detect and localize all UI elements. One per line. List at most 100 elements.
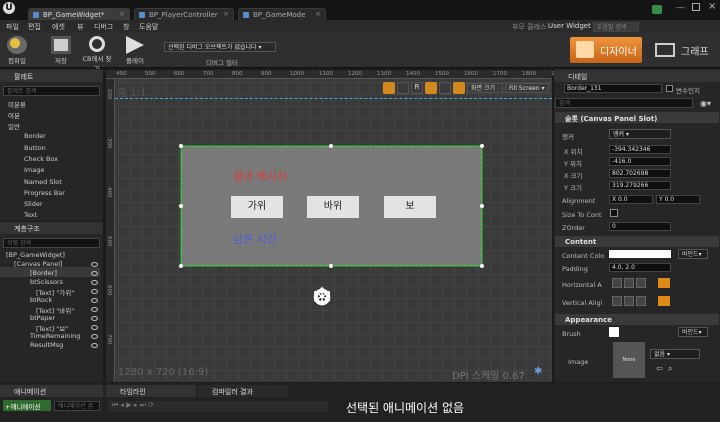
palette-category-common[interactable]: 일반 — [8, 121, 20, 131]
layout-icon[interactable] — [397, 82, 409, 94]
palette-item[interactable]: Check Box — [24, 155, 58, 163]
time-remaining-text[interactable]: 남은 시간 — [233, 231, 277, 247]
menu-window[interactable]: 창 — [123, 22, 129, 32]
compiler-results-tab[interactable]: 컴파일러 결과 — [198, 385, 288, 397]
menu-view[interactable]: 뷰 — [77, 22, 83, 32]
close-icon[interactable]: × — [223, 10, 229, 18]
size-to-content-checkbox[interactable] — [610, 209, 618, 217]
padding-field[interactable]: 4.0, 2.0 — [609, 263, 671, 272]
palette-category-extra[interactable]: 여분 — [8, 110, 20, 120]
valign-bottom-icon[interactable] — [636, 296, 646, 306]
resize-handle[interactable] — [179, 144, 183, 148]
halign-center-icon[interactable] — [624, 278, 634, 288]
rock-button[interactable]: 바위 — [307, 196, 359, 218]
halign-right-icon[interactable] — [636, 278, 646, 288]
palette-category-misc[interactable]: 미분류 — [8, 99, 26, 109]
hierarchy-item[interactable]: btPaper — [30, 314, 55, 322]
browse-button[interactable]: CB에서 찾기 — [80, 34, 114, 73]
visibility-eye-icon[interactable] — [91, 343, 98, 348]
palette-item[interactable]: Button — [24, 144, 46, 152]
help-search-input[interactable]: 도움말 검색 — [593, 22, 639, 32]
minimize-icon[interactable]: — — [676, 3, 685, 13]
lock-icon[interactable] — [453, 82, 465, 94]
maximize-icon[interactable] — [692, 3, 700, 11]
tab-bp-playercontroller[interactable]: BP_PlayerController × — [134, 8, 234, 20]
hierarchy-item[interactable]: ResultMsg — [30, 341, 63, 349]
valign-fill-icon[interactable] — [658, 296, 670, 306]
hierarchy-item[interactable]: [BP_GameWidget] — [6, 251, 65, 259]
visibility-eye-icon[interactable] — [91, 307, 98, 312]
resize-handle[interactable] — [480, 204, 484, 208]
palette-search-input[interactable]: 팔레트 검색 — [3, 86, 100, 96]
tab-bp-gamemode[interactable]: BP_GameMode × — [238, 8, 326, 20]
timeline-tab[interactable]: 타임라인 — [106, 385, 196, 397]
size-y-field[interactable]: 319.279266 — [609, 181, 671, 190]
palette-item[interactable]: Progress Bar — [24, 189, 65, 197]
anchor-dropdown[interactable]: 앵커 ▾ — [609, 129, 671, 139]
visibility-eye-icon[interactable] — [91, 316, 98, 321]
resize-handle[interactable] — [329, 144, 333, 148]
visibility-eye-icon[interactable] — [91, 289, 98, 294]
parent-class-value[interactable]: User Widget — [548, 22, 591, 30]
anchor-flower-icon[interactable]: ✻ — [309, 284, 335, 310]
resize-handle[interactable] — [329, 264, 333, 268]
fill-screen-dropdown[interactable]: Fill Screen ▾ — [505, 83, 549, 93]
graph-mode-button[interactable]: 그래프 — [645, 37, 717, 63]
halign-left-icon[interactable] — [612, 278, 622, 288]
menu-help[interactable]: 도움말 — [139, 22, 158, 32]
visibility-eye-icon[interactable] — [91, 298, 98, 303]
visibility-eye-icon[interactable] — [91, 334, 98, 339]
use-selected-icon[interactable]: ⇦ — [656, 364, 663, 373]
resize-handle[interactable] — [179, 204, 183, 208]
appearance-section-header[interactable]: Appearance — [555, 314, 719, 325]
close-icon[interactable]: × — [119, 10, 125, 18]
image-thumbnail[interactable]: None — [613, 342, 645, 378]
slot-section-header[interactable]: 슬롯 (Canvas Panel Slot) — [555, 112, 719, 123]
details-search-input[interactable]: 검색 — [555, 98, 693, 108]
grid-icon[interactable] — [439, 82, 451, 94]
size-x-field[interactable]: 802.702698 — [609, 169, 671, 178]
designer-mode-button[interactable]: 디자이너 — [570, 37, 642, 63]
resize-handle[interactable] — [480, 144, 484, 148]
notification-icon[interactable] — [652, 5, 662, 14]
palette-item[interactable]: Image — [24, 166, 44, 174]
hierarchy-item[interactable]: [Canvas Panel] — [14, 260, 63, 268]
content-color-bind-dropdown[interactable]: 바인드▾ — [678, 249, 708, 259]
widget-mode-icon[interactable] — [383, 82, 395, 94]
browse-asset-icon[interactable]: ⌕ — [668, 364, 672, 374]
visibility-eye-icon[interactable] — [91, 325, 98, 330]
menu-debug[interactable]: 디버그 — [94, 22, 113, 32]
menu-edit[interactable]: 편집 — [28, 22, 41, 32]
visibility-eye-icon[interactable] — [91, 280, 98, 285]
is-variable-checkbox[interactable] — [666, 85, 673, 92]
play-button[interactable]: 플레이 — [120, 34, 150, 66]
content-section-header[interactable]: Content — [555, 236, 719, 247]
widget-name-field[interactable]: Border_131 — [564, 84, 662, 93]
reset-icon[interactable]: R — [411, 82, 423, 94]
visibility-eye-icon[interactable] — [91, 271, 98, 276]
resize-handle[interactable] — [480, 264, 484, 268]
brush-color-swatch[interactable] — [609, 327, 619, 337]
hierarchy-item[interactable]: btRock — [30, 296, 52, 304]
valign-center-icon[interactable] — [624, 296, 634, 306]
visibility-eye-icon[interactable] — [91, 262, 98, 267]
paper-button[interactable]: 보 — [384, 196, 436, 218]
debug-object-select[interactable]: 선택된 디버그 오브젝트가 없습니다 ▾ — [164, 42, 276, 52]
content-color-swatch[interactable] — [609, 250, 671, 258]
pos-y-field[interactable]: -416.0 — [609, 157, 671, 166]
alignment-y-field[interactable]: Y 0.0 — [656, 195, 700, 204]
palette-item[interactable]: Named Slot — [24, 178, 62, 186]
palette-item[interactable]: Text — [24, 211, 37, 219]
screen-size-dropdown[interactable]: 화면 크기 — [467, 83, 503, 93]
result-message-text[interactable]: 결과 메시지 — [233, 168, 287, 184]
menu-asset[interactable]: 에셋 — [52, 22, 65, 32]
eye-options-icon[interactable]: ◉▾ — [700, 99, 711, 108]
valign-top-icon[interactable] — [612, 296, 622, 306]
save-button[interactable]: 저장 — [46, 34, 76, 66]
animation-search-input[interactable]: 애니메이션 검 — [54, 401, 100, 411]
tab-bp-gamewidget[interactable]: BP_GameWidget* × — [28, 8, 130, 20]
scissors-button[interactable]: 가위 — [231, 196, 283, 218]
close-icon[interactable]: × — [315, 10, 321, 18]
hierarchy-item[interactable]: btScissors — [30, 278, 63, 286]
compile-button[interactable]: 컴파일 — [2, 34, 32, 66]
